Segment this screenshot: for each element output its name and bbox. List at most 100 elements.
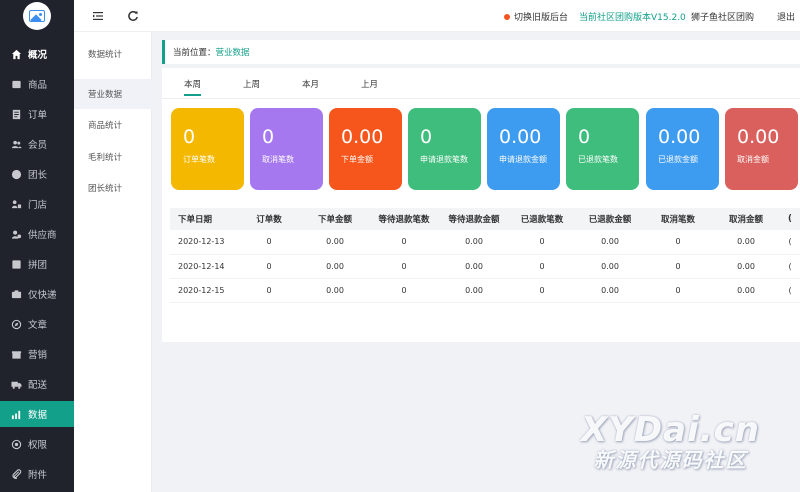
sidebar-item-5[interactable]: 门店 [0, 191, 74, 217]
shop-name[interactable]: 狮子鱼社区团购 [691, 10, 754, 23]
sidebar-item-9[interactable]: 文章 [0, 311, 74, 337]
stat-card: 0 申请退款笔数 [408, 108, 481, 190]
attachment-icon [11, 468, 22, 480]
table-cell: 0 [508, 278, 576, 303]
business-data-table: 下单日期 订单数 下单金额 等待退款笔数 等待退款金额 已退款笔数 已退款金额 取消笔数 取消金… [170, 208, 800, 303]
table-header-cell: 下单日期 [170, 208, 236, 230]
home-icon [11, 49, 22, 60]
stat-card: 0 已退款笔数 [566, 108, 639, 190]
sidebar-item-label: 概况 [28, 50, 48, 61]
collapse-menu-icon[interactable] [92, 10, 104, 22]
subnav-item-profit-stats[interactable]: 毛利统计 [74, 142, 152, 172]
table-cell: 0.00 [302, 230, 368, 255]
tab-this-month[interactable]: 本月 [302, 78, 319, 96]
table-cell: 0.00 [440, 278, 508, 303]
sidebar-item-label: 权限 [28, 440, 48, 451]
sidebar-item-label: 配送 [28, 380, 48, 391]
goods-icon [11, 79, 22, 90]
table-cell: ( [780, 278, 800, 303]
sidebar-item-4[interactable]: 团长 [0, 161, 74, 187]
table-cell: 0 [368, 254, 440, 279]
sub-sidebar: 数据统计 营业数据 商品统计 毛利统计 团长统计 [74, 0, 152, 492]
version-label[interactable]: 当前社区团购版本V15.2.0 [579, 10, 686, 23]
sidebar-item-label: 数据 [28, 410, 48, 421]
stat-card: 0 订单笔数 [171, 108, 244, 190]
sidebar-item-10[interactable]: 营销 [0, 341, 74, 367]
sidebar-item-7[interactable]: 拼团 [0, 251, 74, 277]
stat-card-value: 0 [262, 126, 275, 148]
breadcrumb-current[interactable]: 营业数据 [216, 46, 250, 58]
stat-card-value: 0.00 [341, 126, 384, 148]
image-icon [29, 10, 45, 22]
table-header-cell: 取消金额 [712, 208, 780, 230]
leader-icon [11, 169, 22, 180]
stat-card-label: 申请退款笔数 [420, 155, 468, 164]
article-icon [11, 319, 22, 330]
table-cell: 0 [644, 230, 712, 255]
sidebar-item-1[interactable]: 商品 [0, 71, 74, 97]
table-cell: 0 [368, 230, 440, 255]
sidebar-item-13[interactable]: 权限 [0, 431, 74, 457]
table-header-cell: 等待退款金额 [440, 208, 508, 230]
stat-card-label: 取消金额 [737, 155, 769, 164]
table-header-cell: ( [780, 208, 800, 230]
sidebar-item-0[interactable]: 概况 [0, 41, 74, 67]
table-cell: 0.00 [712, 254, 780, 279]
refresh-icon[interactable] [127, 10, 139, 22]
stat-card-value: 0.00 [737, 126, 780, 148]
table-cell: 0.00 [576, 278, 644, 303]
status-dot-icon [504, 13, 510, 20]
sidebar-item-label: 拼团 [28, 260, 48, 271]
table-cell: 0.00 [440, 230, 508, 255]
stat-card-label: 订单笔数 [183, 155, 215, 164]
table-cell: 0.00 [712, 230, 780, 255]
table-cell: 0 [236, 230, 302, 255]
stat-card-value: 0 [183, 126, 196, 148]
switch-old-admin-link[interactable]: 切换旧版后台 [504, 10, 568, 23]
table-header-cell: 已退款笔数 [508, 208, 576, 230]
sidebar-item-11[interactable]: 配送 [0, 371, 74, 397]
supplier-icon [11, 229, 22, 240]
breadcrumb-prefix: 当前位置： [173, 48, 216, 58]
express-icon [11, 289, 22, 300]
logout-button[interactable]: 退出 [777, 10, 795, 23]
table-row: 2020-12-13 0 0.00 0 0.00 0 0.00 0 0.00( [170, 230, 800, 255]
sidebar-item-2[interactable]: 订单 [0, 101, 74, 127]
table-cell: 0.00 [576, 230, 644, 255]
subnav-item-goods-stats[interactable]: 商品统计 [74, 110, 152, 140]
table-header-row: 下单日期 订单数 下单金额 等待退款笔数 等待退款金额 已退款笔数 已退款金额 取消笔数 取消金… [170, 208, 800, 230]
tab-last-month[interactable]: 上月 [361, 78, 378, 96]
sidebar-item-12[interactable]: 数据 [0, 401, 74, 427]
marketing-icon [11, 349, 22, 360]
sidebar-item-14[interactable]: 附件 [0, 461, 74, 487]
subnav-item-leader-stats[interactable]: 团长统计 [74, 173, 152, 203]
table-cell: 0 [236, 278, 302, 303]
stat-card-value: 0 [420, 126, 433, 148]
sidebar-item-8[interactable]: 仅快递 [0, 281, 74, 307]
groupbuy-icon [11, 259, 22, 270]
subnav-item-business-data[interactable]: 营业数据 [74, 79, 152, 109]
table-cell: 0 [644, 278, 712, 303]
logo[interactable] [23, 2, 51, 30]
sidebar-item-label: 供应商 [28, 230, 57, 241]
table-cell: 0 [236, 254, 302, 279]
sidebar-item-label: 团长 [28, 170, 48, 181]
sidebar-item-label: 文章 [28, 320, 48, 331]
table-row: 2020-12-14 0 0.00 0 0.00 0 0.00 0 0.00( [170, 254, 800, 279]
data-icon [11, 409, 22, 420]
stat-card-value: 0.00 [499, 126, 542, 148]
sidebar-item-label: 会员 [28, 140, 48, 151]
tab-this-week[interactable]: 本周 [184, 78, 202, 96]
sidebar-item-label: 订单 [28, 110, 48, 121]
watermark-line2: 新源代源码社区 [593, 448, 748, 472]
permission-icon [11, 439, 22, 450]
tab-last-week[interactable]: 上周 [243, 78, 260, 96]
sidebar-item-6[interactable]: 供应商 [0, 221, 74, 247]
stat-card-value: 0.00 [658, 126, 701, 148]
sidebar-item-3[interactable]: 会员 [0, 131, 74, 157]
table-cell: 0.00 [440, 254, 508, 279]
stat-card-label: 已退款金额 [658, 155, 698, 164]
members-icon [11, 139, 22, 150]
table-cell: 2020-12-13 [170, 230, 236, 255]
table-header-cell: 订单数 [236, 208, 302, 230]
